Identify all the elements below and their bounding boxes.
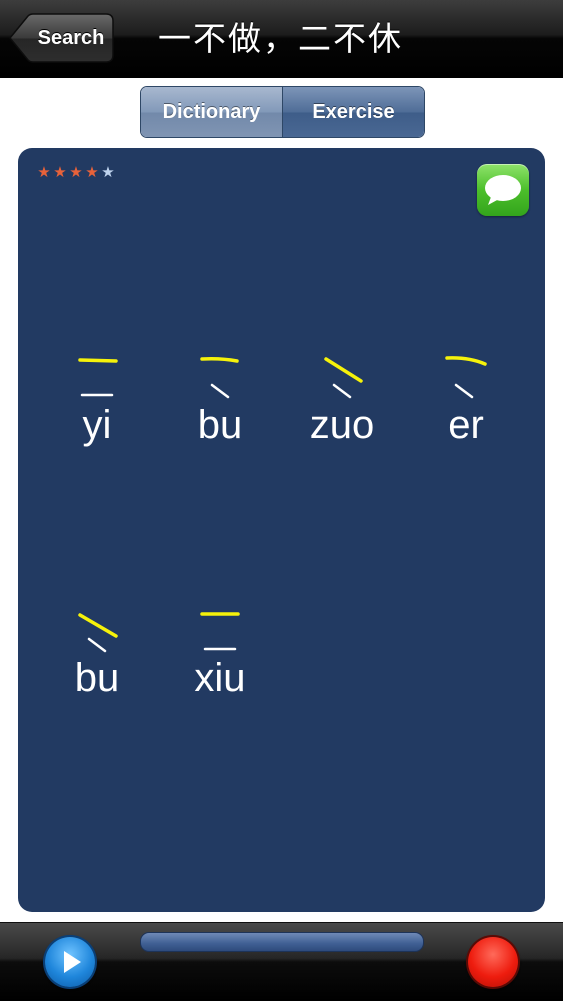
audio-progress-bar[interactable] — [140, 932, 424, 952]
syllable-pinyin: xiu — [194, 656, 246, 700]
syllable-pinyin: bu — [74, 656, 120, 700]
tone-drawing — [324, 357, 363, 399]
segment-exercise[interactable]: Exercise — [283, 87, 424, 137]
message-button[interactable] — [477, 164, 529, 216]
syllable-pinyin: yi — [82, 403, 112, 447]
star-filled-icon: ★ — [37, 163, 51, 181]
play-icon — [64, 951, 81, 973]
tone-drawing — [200, 357, 239, 399]
syllable-card[interactable]: er — [411, 348, 521, 458]
tone-mark-fourth — [210, 383, 230, 399]
bottom-toolbar — [0, 922, 563, 1001]
segment-dictionary[interactable]: Dictionary — [141, 87, 283, 137]
exercise-card: ★ ★ ★ ★ ★ yi bu zuo er bu xiu — [18, 148, 545, 912]
syllable-card[interactable]: xiu — [165, 601, 275, 711]
mode-segmented-control: Dictionary Exercise — [140, 86, 425, 138]
star-empty-icon: ★ — [101, 163, 115, 181]
drawn-stroke — [445, 356, 487, 366]
drawn-stroke — [78, 358, 118, 363]
syllable-card[interactable]: bu — [42, 601, 152, 711]
tone-drawing — [445, 356, 487, 399]
tone-mark-fourth — [87, 637, 107, 653]
syllable-pinyin: er — [448, 403, 484, 447]
star-filled-icon: ★ — [53, 163, 67, 181]
tone-drawing — [200, 612, 240, 651]
page-title: 一不做，二不休 — [158, 19, 403, 58]
difficulty-rating: ★ ★ ★ ★ ★ — [36, 162, 116, 182]
syllable-card[interactable]: bu — [165, 348, 275, 458]
syllable-card[interactable]: yi — [42, 348, 152, 458]
drawn-stroke — [78, 613, 118, 638]
drawn-stroke — [324, 357, 363, 383]
tone-drawing — [78, 358, 118, 397]
play-button[interactable] — [45, 937, 95, 987]
tone-mark-fourth — [454, 383, 474, 399]
record-button[interactable] — [468, 937, 518, 987]
syllable-card[interactable]: zuo — [287, 348, 397, 458]
star-filled-icon: ★ — [85, 163, 99, 181]
tone-drawing — [78, 613, 118, 653]
back-button-label: Search — [37, 27, 105, 49]
star-filled-icon: ★ — [69, 163, 83, 181]
tone-mark-fourth — [332, 383, 352, 399]
navigation-bar: Search 一不做，二不休 — [0, 0, 563, 78]
back-search-button[interactable]: Search — [8, 13, 114, 63]
speech-bubble-icon — [485, 175, 521, 205]
syllable-pinyin: zuo — [309, 403, 375, 447]
drawn-stroke — [200, 357, 239, 363]
syllable-pinyin: bu — [197, 403, 243, 447]
